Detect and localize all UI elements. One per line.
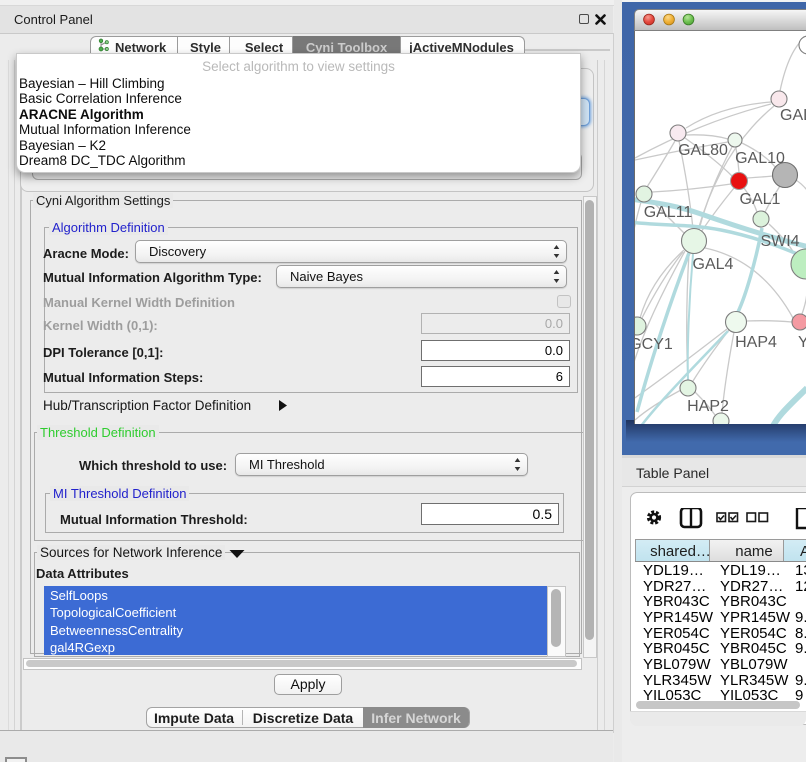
svg-text:GCY1: GCY1 [635,336,673,353]
svg-text:GAL11: GAL11 [644,204,693,221]
svg-text:SWI4: SWI4 [760,233,799,250]
svg-text:GAL2: GAL2 [780,107,806,124]
svg-text:Y: Y [798,334,806,351]
svg-text:HAP4: HAP4 [735,334,777,351]
svg-text:GAL4: GAL4 [693,256,734,273]
svg-text:GAL80: GAL80 [678,142,728,159]
svg-text:HAP2: HAP2 [687,398,729,415]
svg-text:GAL1: GAL1 [740,191,781,208]
svg-text:GAL10: GAL10 [735,150,785,167]
